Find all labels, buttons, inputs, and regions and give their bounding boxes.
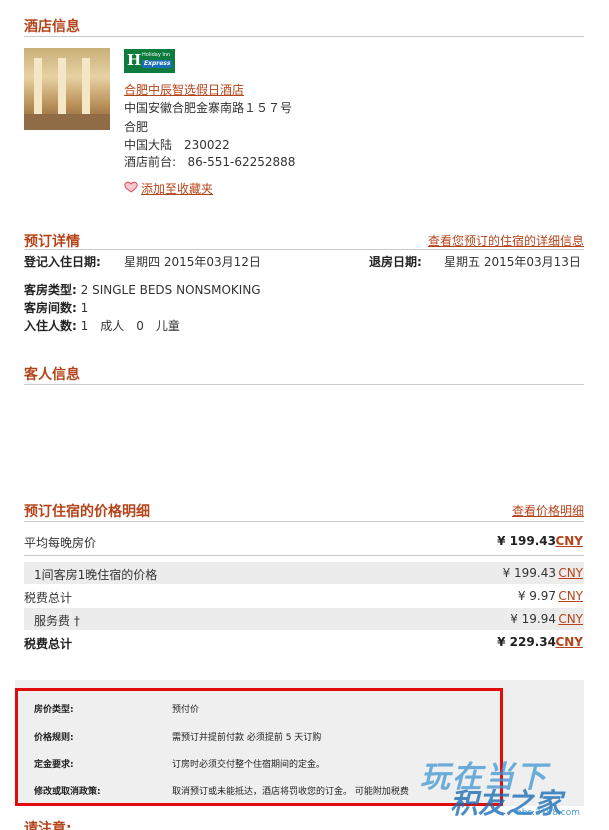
guest-section-title: 客人信息 — [24, 367, 80, 383]
room-type-value: 2 SINGLE BEDS NONSMOKING — [80, 283, 261, 297]
deposit-label: 定金要求: — [34, 760, 74, 770]
price-row-tax: 税费总计 ¥ 9.97 CNY — [24, 585, 584, 607]
price-row-average: 平均每晚房价 ¥ 199.43 CNY — [24, 530, 584, 552]
watermark-url: bbs.3798.com — [516, 808, 580, 818]
currency-link[interactable]: CNY — [558, 589, 583, 603]
hotel-photo — [24, 48, 110, 130]
currency-link[interactable]: CNY — [555, 534, 583, 548]
currency-link[interactable]: CNY — [558, 612, 583, 626]
room-count-label: 客房间数: — [24, 301, 77, 315]
hotel-brand-logo: H Holiday Inn Express — [124, 49, 175, 73]
price-row-total: 税费总计 ¥ 229.34 CNY — [24, 631, 584, 653]
price-amount: ¥ 199.43 — [502, 566, 556, 580]
price-amount: ¥ 9.97 — [517, 589, 556, 603]
frontdesk-label: 酒店前台: — [124, 155, 177, 169]
deposit-row: 定金要求: 订房时必须交付整个住宿期间的定金。 — [34, 757, 325, 770]
checkout-value: 星期五 2015年03月13日 — [444, 255, 581, 269]
price-label: 税费总计 — [24, 637, 73, 651]
hotel-city: 合肥 — [124, 120, 149, 134]
guests-value: 1 成人 0 儿童 — [80, 319, 180, 333]
cancel-policy-label: 修改或取消政策: — [34, 787, 101, 797]
hotel-address: 中国安徽合肥金寨南路１５７号 — [124, 101, 293, 115]
rate-type-label: 房价类型: — [34, 705, 74, 715]
price-row-service: 服务费 † ¥ 19.94 CNY — [24, 608, 584, 630]
price-label: 税费总计 — [24, 591, 73, 605]
divider — [24, 555, 584, 556]
price-amount: ¥ 229.34 — [497, 635, 556, 649]
room-count-row: 客房间数: 1 — [24, 299, 88, 316]
guests-row: 入住人数: 1 成人 0 儿童 — [24, 317, 180, 334]
hotel-country-zip: 中国大陆 230022 — [124, 138, 230, 152]
notice-section-title: 请注意: — [24, 821, 72, 830]
cancel-policy-row: 修改或取消政策: 取消预订或未能抵达，酒店将罚收您的订金。 可能附加税费 — [34, 784, 409, 797]
cancel-policy-value: 取消预订或未能抵达，酒店将罚收您的订金。 可能附加税费 — [172, 787, 409, 797]
booking-section-title: 预订详情 — [24, 234, 80, 250]
price-label: 服务费 † — [34, 614, 80, 628]
add-to-favorites-link[interactable]: 添加至收藏夹 — [141, 180, 213, 197]
hotel-name-link[interactable]: 合肥中辰智选假日酒店 — [124, 81, 244, 98]
divider — [24, 521, 584, 522]
checkout-label: 退房日期: — [369, 255, 422, 269]
divider — [24, 384, 584, 385]
currency-link[interactable]: CNY — [558, 566, 583, 580]
checkin-label: 登记入住日期: — [24, 255, 101, 269]
frontdesk-phone: 86-551-62252888 — [187, 155, 296, 169]
price-rule-label: 价格规则: — [34, 733, 74, 743]
rate-type-row: 房价类型: 预付价 — [34, 702, 199, 715]
price-rule-row: 价格规则: 需预订并提前付款 必须提前 5 天订购 — [34, 730, 321, 743]
price-amount: ¥ 19.94 — [510, 612, 556, 626]
room-type-label: 客房类型: — [24, 283, 77, 297]
currency-link[interactable]: CNY — [555, 635, 583, 649]
price-amount: ¥ 199.43 — [497, 534, 556, 548]
deposit-value: 订房时必须交付整个住宿期间的定金。 — [172, 760, 326, 770]
hotel-section-title: 酒店信息 — [24, 19, 80, 35]
guests-label: 入住人数: — [24, 319, 77, 333]
rate-type-value: 预付价 — [172, 705, 200, 715]
price-detail-link[interactable]: 查看价格明细 — [512, 502, 584, 519]
price-label: 1间客房1晚住宿的价格 — [34, 568, 158, 582]
checkin-value: 星期四 2015年03月12日 — [124, 255, 261, 269]
divider — [24, 36, 584, 37]
price-label: 平均每晚房价 — [24, 536, 97, 550]
room-count-value: 1 — [80, 301, 89, 315]
divider — [24, 249, 584, 250]
hotel-frontdesk: 酒店前台: 86-551-62252888 — [124, 153, 295, 170]
heart-icon[interactable] — [124, 181, 138, 193]
price-section-title: 预订住宿的价格明细 — [24, 504, 150, 520]
price-row-room-night: 1间客房1晚住宿的价格 ¥ 199.43 CNY — [24, 562, 584, 584]
price-rule-value: 需预订并提前付款 必须提前 5 天订购 — [172, 733, 322, 743]
room-type-row: 客房类型: 2 SINGLE BEDS NONSMOKING — [24, 281, 261, 298]
booking-detail-link[interactable]: 查看您预订的住宿的详细信息 — [428, 232, 584, 249]
